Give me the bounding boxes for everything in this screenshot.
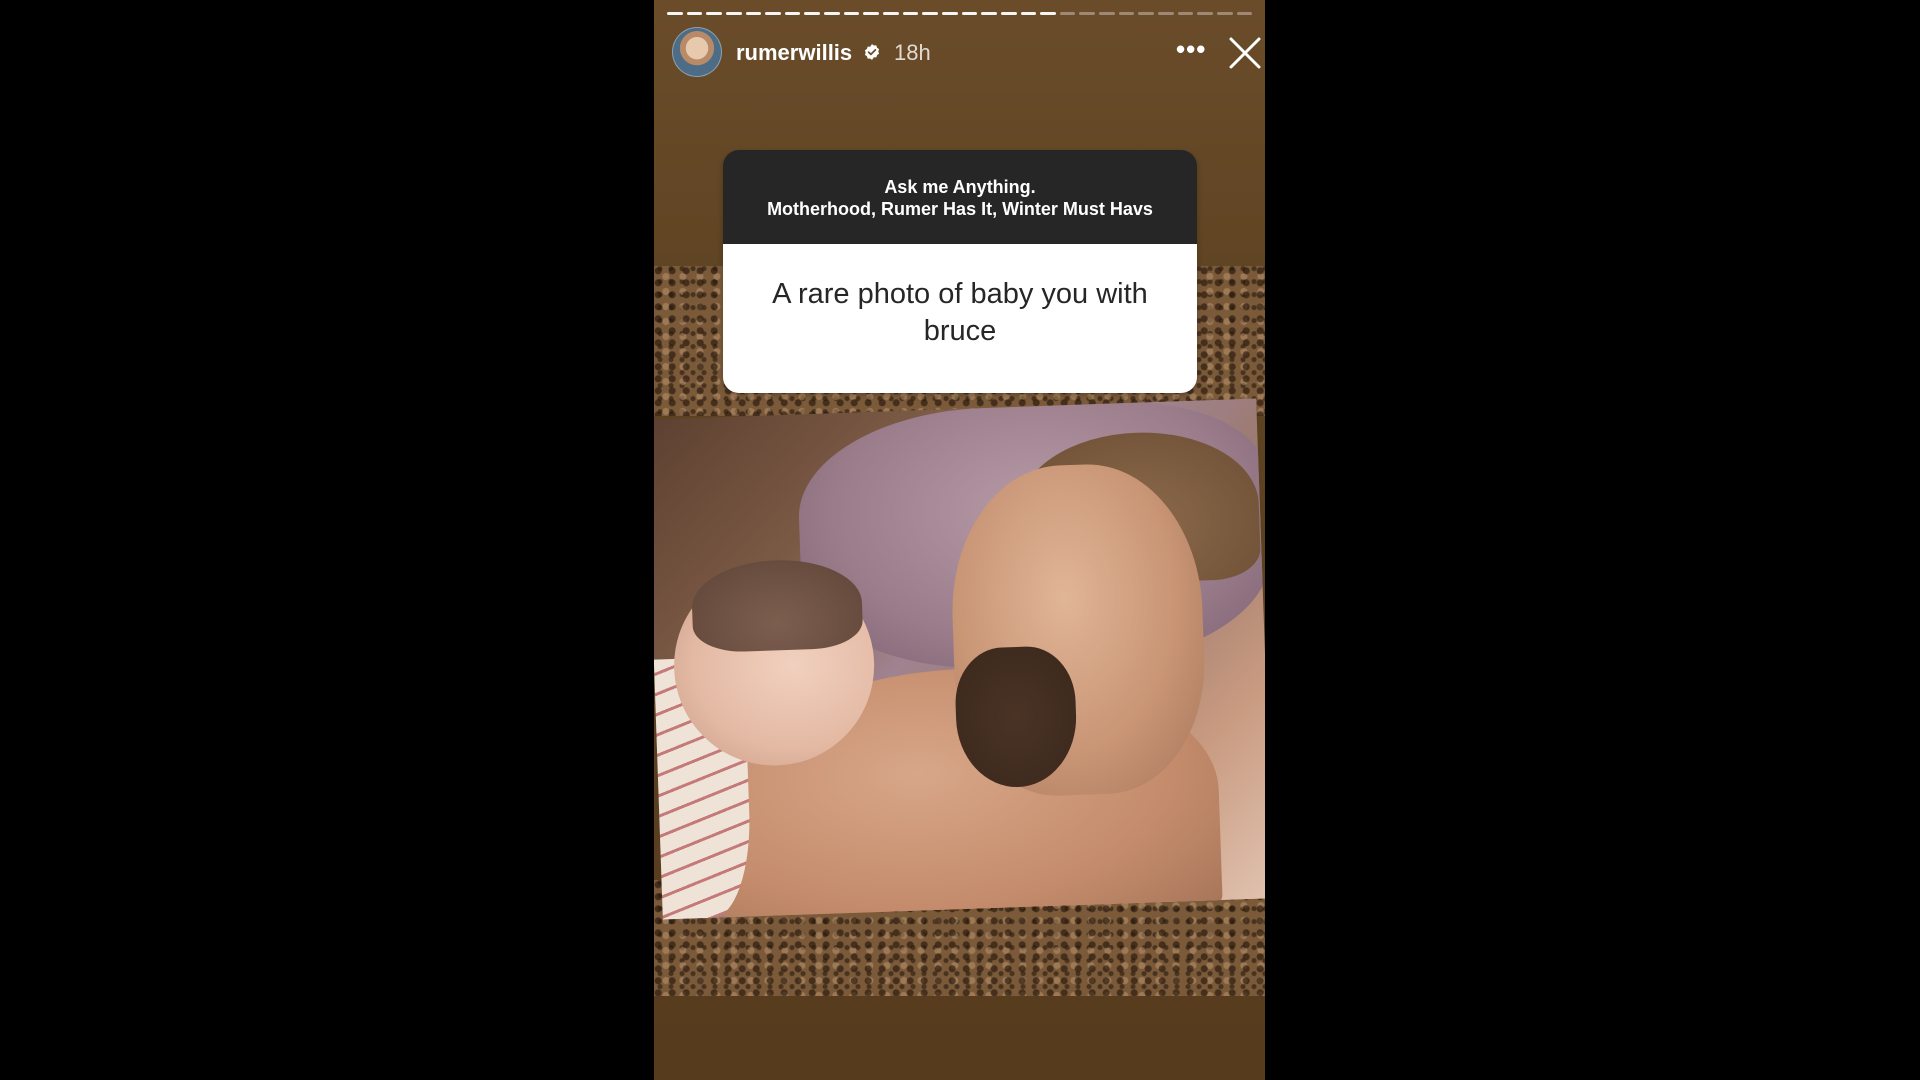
progress-segment xyxy=(706,12,722,15)
more-options-icon[interactable]: ••• xyxy=(1176,36,1206,64)
progress-segment xyxy=(824,12,840,15)
progress-segment xyxy=(745,12,762,15)
progress-segment xyxy=(1059,12,1076,15)
progress-segment xyxy=(863,12,880,15)
progress-segment xyxy=(941,12,958,15)
question-sticker[interactable]: Ask me Anything. Motherhood, Rumer Has I… xyxy=(723,150,1197,393)
progress-segment xyxy=(883,12,899,15)
progress-segment xyxy=(1079,12,1096,15)
progress-segment xyxy=(1197,12,1213,15)
progress-segment xyxy=(686,12,703,15)
progress-segment xyxy=(1177,12,1194,15)
progress-segment xyxy=(961,12,978,15)
progress-segment xyxy=(765,12,781,15)
post-time: 18h xyxy=(894,40,931,65)
verified-badge-icon xyxy=(864,44,880,60)
progress-segment xyxy=(725,12,742,15)
progress-segment xyxy=(1236,12,1253,15)
question-sticker-topics: Motherhood, Rumer Has It, Winter Must Ha… xyxy=(767,199,1153,219)
progress-segment xyxy=(804,12,821,15)
progress-segment xyxy=(667,12,683,15)
question-text: A rare photo of baby you with bruce xyxy=(723,244,1197,393)
baby-hair xyxy=(690,557,864,654)
progress-segment xyxy=(1138,12,1155,15)
close-icon[interactable] xyxy=(1228,36,1262,70)
progress-segment xyxy=(1216,12,1233,15)
story-progress-bar xyxy=(667,12,1253,15)
progress-segment xyxy=(922,12,938,15)
avatar[interactable] xyxy=(672,27,722,77)
progress-segment xyxy=(981,12,997,15)
progress-segment xyxy=(843,12,860,15)
username-link[interactable]: rumerwillis xyxy=(736,40,852,66)
question-sticker-title: Ask me Anything. xyxy=(884,177,1036,197)
question-sticker-header: Ask me Anything. Motherhood, Rumer Has I… xyxy=(723,150,1197,244)
progress-segment xyxy=(1158,12,1174,15)
progress-segment xyxy=(1040,12,1056,15)
progress-segment xyxy=(784,12,801,15)
story-header: rumerwillis 18h ••• xyxy=(672,26,1261,80)
progress-segment xyxy=(1118,12,1135,15)
story-viewer[interactable]: rumerwillis 18h ••• Ask me Anything. Mot… xyxy=(654,0,1265,1080)
progress-segment xyxy=(1020,12,1037,15)
story-photo xyxy=(654,398,1265,920)
progress-segment xyxy=(1000,12,1017,15)
progress-segment xyxy=(1099,12,1115,15)
progress-segment xyxy=(902,12,919,15)
